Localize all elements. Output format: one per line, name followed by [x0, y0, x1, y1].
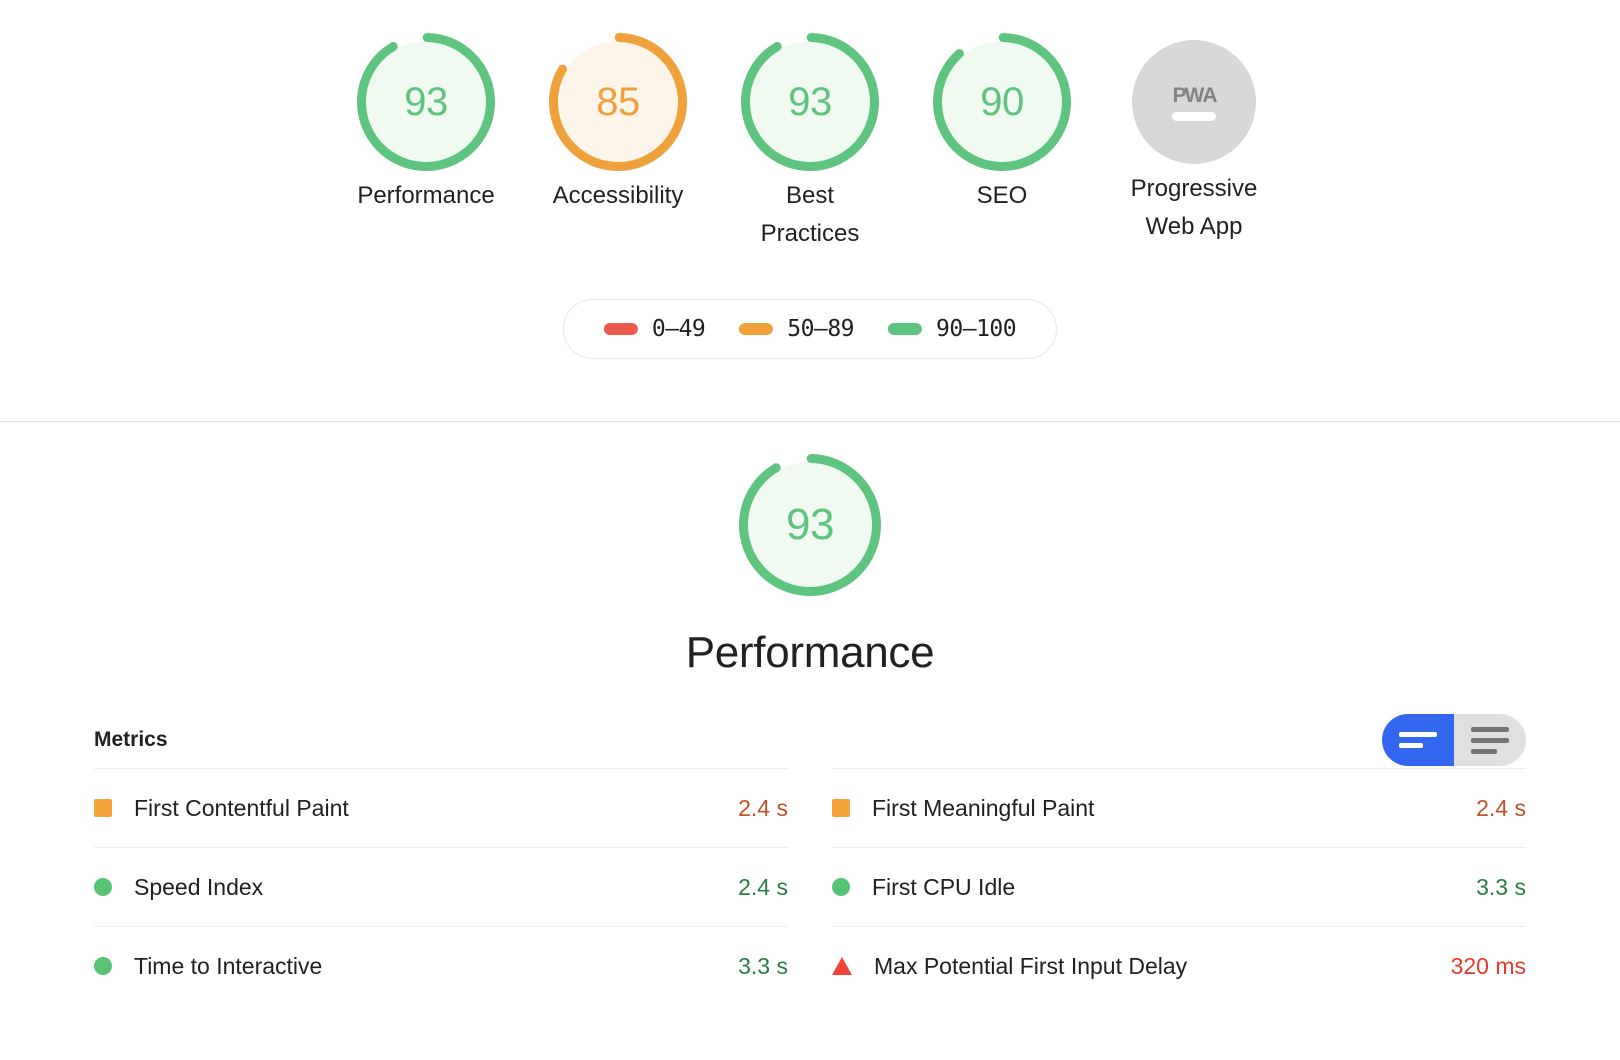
score-gauge-label: Performance	[357, 177, 494, 215]
metrics-left-column: First Contentful Paint2.4 sSpeed Index2.…	[94, 768, 788, 1005]
metric-circle-status-icon	[94, 957, 112, 975]
pwa-badge: PWA	[1132, 40, 1256, 164]
metric-value: 2.4 s	[738, 795, 788, 822]
score-gauge-label: Progressive Web App	[1128, 170, 1260, 247]
legend-item: 50–89	[739, 316, 854, 342]
score-gauge-performance[interactable]: 93 Performance	[360, 33, 492, 215]
legend-item: 90–100	[888, 316, 1016, 342]
metric-triangle-status-icon	[832, 957, 852, 975]
metric-value: 2.4 s	[1476, 795, 1526, 822]
metric-circle-status-icon	[94, 878, 112, 896]
simple-view-icon-bar-2	[1399, 743, 1423, 748]
legend-swatch-icon	[888, 323, 922, 335]
score-gauge-progressive-web-app[interactable]: PWA Progressive Web App	[1128, 33, 1260, 247]
pwa-dash-icon	[1172, 112, 1216, 121]
score-gauge-label: SEO	[977, 177, 1028, 215]
legend-range-label: 50–89	[787, 316, 854, 342]
metrics-view-toggle[interactable]	[1382, 714, 1526, 766]
category-title: Performance	[686, 628, 935, 678]
metric-circle-status-icon	[832, 878, 850, 896]
score-gauges-row: 93 Performance 85 Accessibility 93 Best Pra…	[0, 0, 1620, 254]
score-gauge-ring: 90	[933, 33, 1071, 171]
score-gauge-value: 93	[404, 82, 448, 122]
legend-range-label: 90–100	[936, 316, 1016, 342]
performance-category-section: 93 Performance Metrics First Contentful …	[0, 422, 1620, 1005]
metric-name: Time to Interactive	[134, 953, 738, 980]
category-score-value: 93	[786, 503, 834, 547]
score-gauge-accessibility[interactable]: 85 Accessibility	[552, 33, 684, 215]
metrics-right-column: First Meaningful Paint2.4 sFirst CPU Idl…	[832, 768, 1526, 1005]
metric-square-status-icon	[94, 799, 112, 817]
expanded-view-toggle-button[interactable]	[1454, 714, 1526, 766]
metric-row[interactable]: First CPU Idle3.3 s	[832, 847, 1526, 926]
metric-row[interactable]: Time to Interactive3.3 s	[94, 926, 788, 1005]
metric-value: 3.3 s	[738, 953, 788, 980]
metrics-header: Metrics	[94, 720, 1526, 760]
score-gauge-ring: 85	[549, 33, 687, 171]
score-gauge-label: Accessibility	[553, 177, 684, 215]
score-gauge-value: 93	[788, 82, 832, 122]
score-gauge-ring: 93	[741, 33, 879, 171]
metric-name: First CPU Idle	[872, 874, 1476, 901]
legend-item: 0–49	[604, 316, 705, 342]
score-gauge-ring: 93	[357, 33, 495, 171]
metric-row[interactable]: Max Potential First Input Delay320 ms	[832, 926, 1526, 1005]
metric-square-status-icon	[832, 799, 850, 817]
score-legend: 0–49 50–89 90–100	[563, 299, 1057, 359]
expanded-view-icon-bar-3	[1471, 749, 1497, 754]
category-score-gauge: 93	[739, 454, 881, 596]
score-gauge-seo[interactable]: 90 SEO	[936, 33, 1068, 215]
metric-value: 2.4 s	[738, 874, 788, 901]
metric-name: Max Potential First Input Delay	[874, 953, 1451, 980]
pwa-logo-text: PWA	[1172, 84, 1215, 108]
simple-view-icon-bar-1	[1399, 732, 1437, 737]
metric-value: 320 ms	[1451, 953, 1526, 980]
score-gauge-best-practices[interactable]: 93 Best Practices	[744, 33, 876, 254]
metric-row[interactable]: First Meaningful Paint2.4 s	[832, 768, 1526, 847]
category-gauge-wrap: 93 Performance	[0, 422, 1620, 678]
metric-value: 3.3 s	[1476, 874, 1526, 901]
legend-swatch-icon	[604, 323, 638, 335]
scores-overview-section: 93 Performance 85 Accessibility 93 Best Pra…	[0, 0, 1620, 422]
legend-range-label: 0–49	[652, 316, 705, 342]
legend-swatch-icon	[739, 323, 773, 335]
metric-row[interactable]: Speed Index2.4 s	[94, 847, 788, 926]
score-gauge-value: 90	[980, 82, 1024, 122]
metric-row[interactable]: First Contentful Paint2.4 s	[94, 768, 788, 847]
metrics-section-title: Metrics	[94, 728, 168, 752]
simple-view-toggle-button[interactable]	[1382, 714, 1454, 766]
metric-name: Speed Index	[134, 874, 738, 901]
metric-name: First Contentful Paint	[134, 795, 738, 822]
expanded-view-icon-bar-1	[1471, 727, 1509, 732]
metrics-columns: First Contentful Paint2.4 sSpeed Index2.…	[94, 768, 1526, 1005]
metric-name: First Meaningful Paint	[872, 795, 1476, 822]
metrics-block: Metrics First Contentful Paint2.4 sSpeed…	[0, 720, 1620, 1005]
score-gauge-label: Best Practices	[744, 177, 876, 254]
expanded-view-icon-bar-2	[1471, 738, 1509, 743]
score-gauge-value: 85	[596, 82, 640, 122]
